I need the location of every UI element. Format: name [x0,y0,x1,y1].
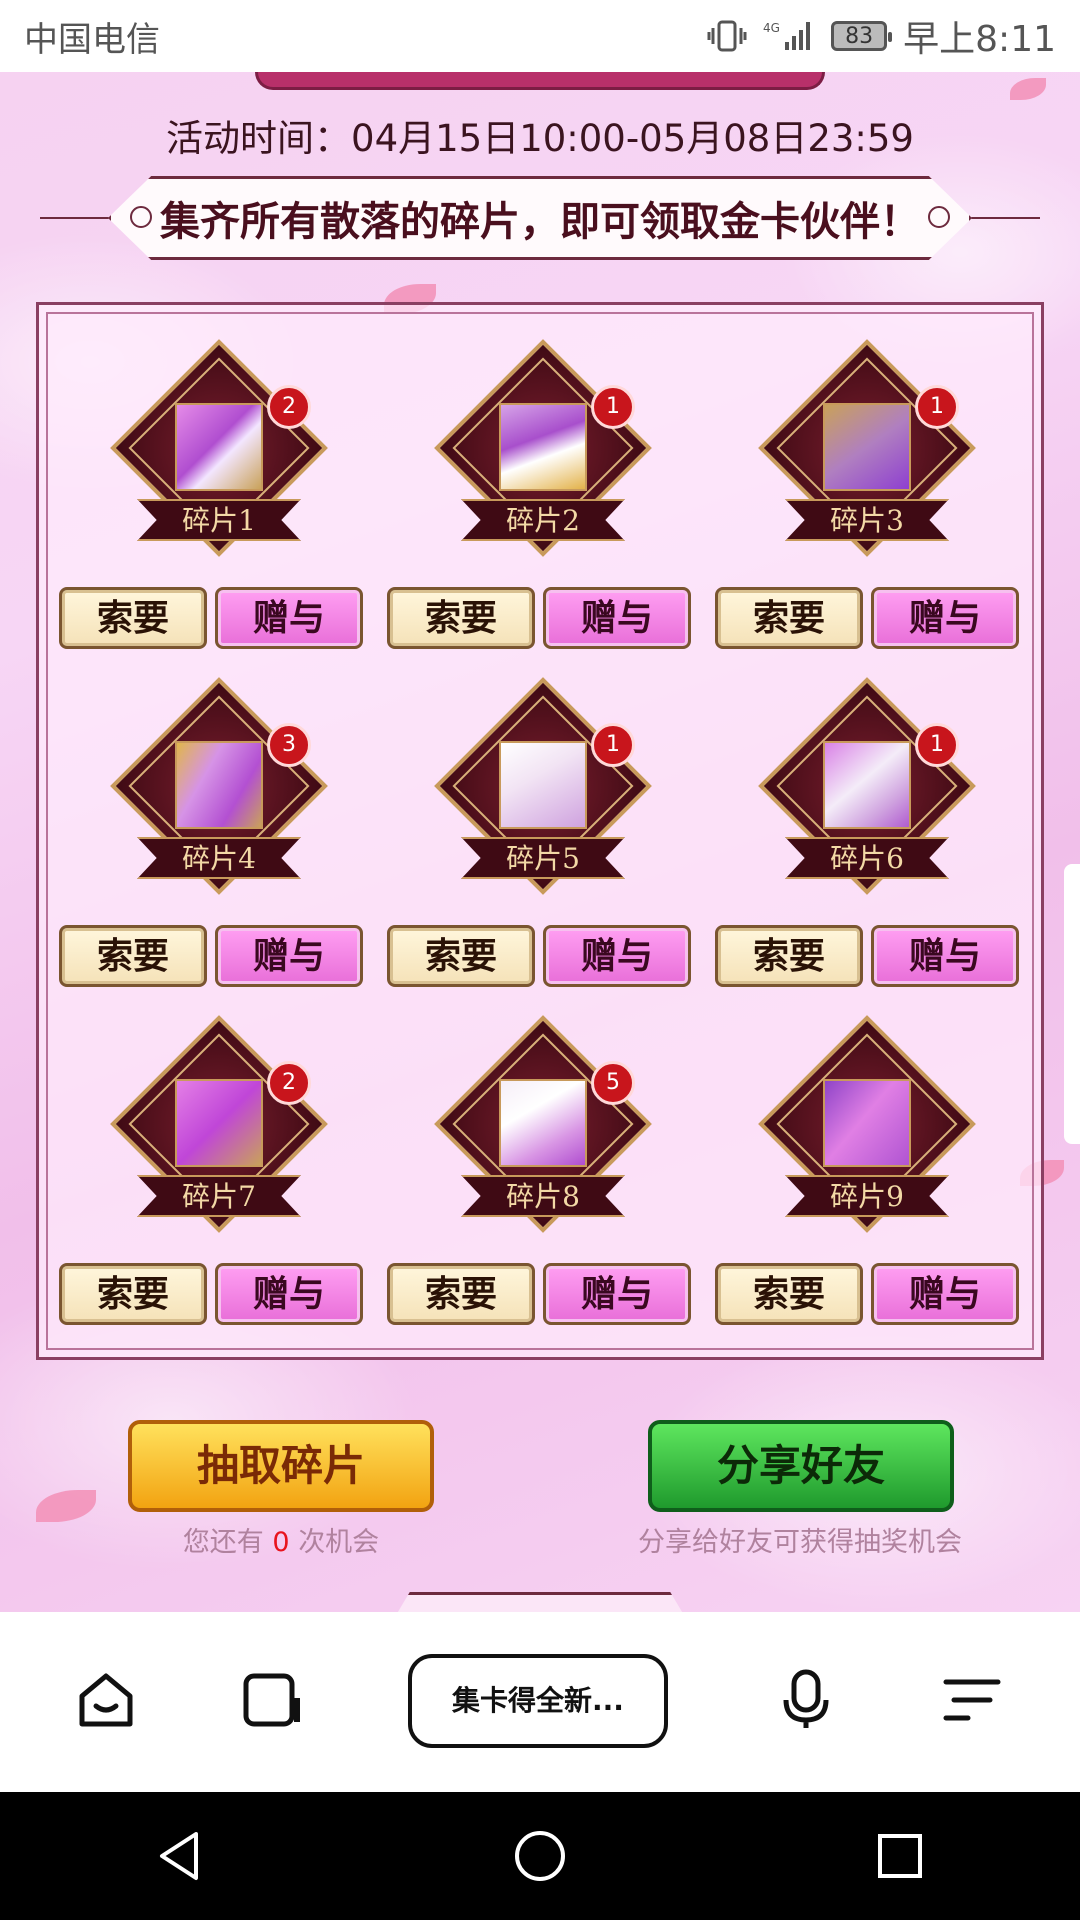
request-button-3[interactable]: 索要 [715,587,863,649]
shard-image [499,741,587,829]
event-page[interactable]: 活动时间：04月15日10:00-05月08日23:59 集齐所有散落的碎片，即… [0,72,1080,1612]
recents-icon[interactable] [860,1816,940,1896]
shard-image [175,1079,263,1167]
back-icon[interactable] [140,1816,220,1896]
carrier-name: 中国电信 [24,19,160,60]
count-badge: 1 [915,723,959,767]
request-button-9[interactable]: 索要 [715,1263,863,1325]
give-button-6[interactable]: 赠与 [871,925,1019,987]
chance-count: 0 [272,1527,290,1558]
shard-card-9: 碎片9 [758,1015,976,1239]
battery-level: 83 [845,23,874,49]
subtitle-text: 集齐所有散落的碎片，即可领取金卡伙伴！ [160,198,920,245]
network-type: 4G [763,21,780,35]
header-banner-edge [255,72,825,90]
shard-label: 碎片7 [137,1175,301,1217]
remaining-chances-text: 您还有 0 次机会 [128,1520,434,1559]
battery-icon: 83 [831,21,893,51]
shard-image [823,403,911,491]
give-button-3[interactable]: 赠与 [871,587,1019,649]
request-button-6[interactable]: 索要 [715,925,863,987]
shard-image [823,1079,911,1167]
count-badge: 1 [591,385,635,429]
shard-label: 碎片1 [137,499,301,541]
request-button-8[interactable]: 索要 [387,1263,535,1325]
page-title-pill[interactable]: 集卡得全新... [408,1654,668,1748]
give-button-4[interactable]: 赠与 [215,925,363,987]
shard-label: 碎片8 [461,1175,625,1217]
shard-label: 碎片9 [785,1175,949,1217]
activity-time: 活动时间：04月15日10:00-05月08日23:59 [166,117,914,160]
count-badge: 2 [267,1061,311,1105]
give-button-1[interactable]: 赠与 [215,587,363,649]
shard-image [175,741,263,829]
give-button-9[interactable]: 赠与 [871,1263,1019,1325]
next-section-edge [392,1592,688,1612]
menu-icon[interactable] [936,1664,1008,1736]
shard-card-8: 碎片8 5 [434,1015,652,1239]
count-badge: 5 [591,1061,635,1105]
draw-shard-button[interactable]: 抽取碎片 [128,1420,434,1512]
shard-image [823,741,911,829]
signal-icon: 4G [763,18,815,54]
status-icons: 4G 83 早上8:11 [707,10,1056,62]
system-nav-bar [0,1792,1080,1920]
clock: 早上8:11 [903,19,1056,60]
vibrate-icon [707,18,747,54]
side-scroll-handle[interactable] [1064,864,1080,1144]
share-hint-text: 分享给好友可获得抽奖机会 [638,1527,962,1558]
shard-card-7: 碎片7 2 [110,1015,328,1239]
shard-image [499,403,587,491]
banner-line-right [970,217,1040,219]
status-bar: 中国电信 4G 83 早上8:11 [0,0,1080,72]
home-icon[interactable] [70,1664,142,1736]
give-button-2[interactable]: 赠与 [543,587,691,649]
shard-card-4: 碎片4 3 [110,677,328,901]
banner-ornament-right [928,206,950,228]
request-button-5[interactable]: 索要 [387,925,535,987]
shard-label: 碎片5 [461,837,625,879]
shard-image [499,1079,587,1167]
subtitle-banner: 集齐所有散落的碎片，即可领取金卡伙伴！ [108,176,972,260]
chance-prefix: 您还有 [182,1527,264,1558]
count-badge: 2 [267,385,311,429]
count-badge: 1 [591,723,635,767]
petal-decor [1010,78,1046,100]
give-button-8[interactable]: 赠与 [543,1263,691,1325]
share-friends-button[interactable]: 分享好友 [648,1420,954,1512]
shards-panel: 碎片1 2 碎片2 1 碎片3 1 索要 赠与 索要 赠与 索要 赠与 碎片4 [36,302,1044,1360]
shard-card-5: 碎片5 1 [434,677,652,901]
request-button-7[interactable]: 索要 [59,1263,207,1325]
shard-label: 碎片4 [137,837,301,879]
give-button-5[interactable]: 赠与 [543,925,691,987]
banner-ornament-left [130,206,152,228]
chance-suffix: 次机会 [298,1527,380,1558]
count-badge: 3 [267,723,311,767]
home-circle-icon[interactable] [500,1816,580,1896]
request-button-2[interactable]: 索要 [387,587,535,649]
give-button-7[interactable]: 赠与 [215,1263,363,1325]
shard-card-2: 碎片2 1 [434,339,652,563]
tabs-icon[interactable] [236,1664,308,1736]
shard-label: 碎片2 [461,499,625,541]
banner-line-left [40,217,110,219]
count-badge: 1 [915,385,959,429]
browser-toolbar: 集卡得全新... [0,1612,1080,1792]
request-button-4[interactable]: 索要 [59,925,207,987]
shard-label: 碎片3 [785,499,949,541]
shard-card-3: 碎片3 1 [758,339,976,563]
microphone-icon[interactable] [770,1664,842,1736]
shard-label: 碎片6 [785,837,949,879]
shard-card-1: 碎片1 2 [110,339,328,563]
shard-image [175,403,263,491]
request-button-1[interactable]: 索要 [59,587,207,649]
shard-card-6: 碎片6 1 [758,677,976,901]
